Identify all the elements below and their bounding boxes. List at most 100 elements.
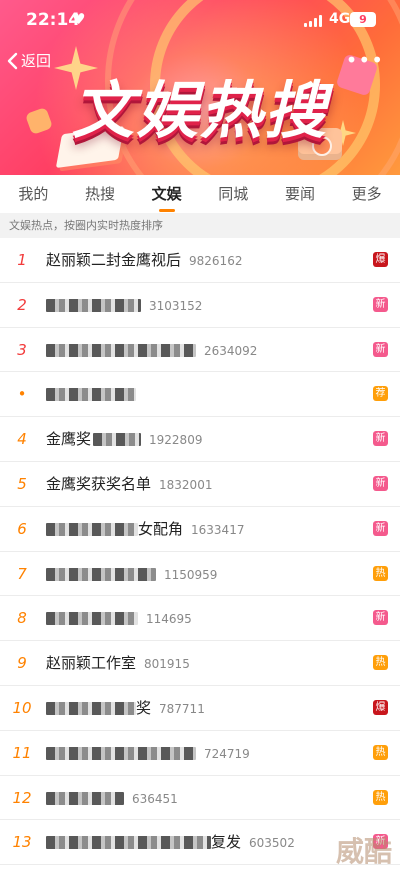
list-item-title: 724719 (46, 731, 250, 775)
heat-count: 801915 (144, 657, 190, 672)
list-item[interactable]: 8 114695 新 (0, 596, 400, 642)
list-item[interactable]: • 荐 (0, 372, 400, 418)
list-item-title: 金鹰奖获奖名单 1832001 (46, 462, 212, 506)
status-badge: 新 (373, 431, 388, 447)
redacted-text (46, 701, 136, 715)
list-item[interactable]: 3 2634092 新 (0, 328, 400, 373)
tab-4[interactable]: 要闻 (279, 175, 321, 213)
status-badge: 新 (373, 341, 388, 357)
redacted-text (46, 612, 138, 626)
rank-number: 2 (17, 295, 27, 314)
list-item-title: 636451 (46, 776, 178, 820)
status-badge: 热 (373, 744, 388, 760)
status-badge: 热 (373, 565, 388, 581)
title-text: 金鹰奖 (46, 430, 92, 449)
rank-number: 10 (12, 698, 32, 717)
heat-count: 1150959 (164, 567, 218, 582)
tab-0[interactable]: 我的 (12, 175, 54, 213)
back-label: 返回 (21, 52, 52, 70)
watermark: 威酷 (335, 835, 392, 868)
title-text: 金鹰奖获奖名单 (46, 474, 152, 493)
list-item-title: 赵丽颖工作室 801915 (46, 641, 190, 685)
rank-number: 7 (17, 564, 27, 583)
heat-count: 114695 (146, 612, 192, 627)
heat-count: 787711 (159, 701, 205, 716)
status-badge: 新 (373, 475, 388, 491)
list-item-title: 金鹰奖 1922809 (46, 417, 202, 461)
network-type: 4G (329, 11, 351, 27)
status-badge: 新 (373, 610, 388, 626)
tab-2[interactable]: 文娱 (146, 175, 188, 213)
rank-number: 5 (17, 474, 27, 493)
list-item-title: 奖 787711 (46, 686, 205, 730)
hero-title: 文娱热搜 (71, 74, 328, 147)
tab-5[interactable]: 更多 (346, 175, 388, 213)
list-item-title: 2634092 (46, 328, 257, 372)
heat-count: 724719 (204, 746, 250, 761)
status-badge: 热 (373, 655, 388, 671)
rank-number: 13 (12, 833, 32, 852)
chevron-left-icon (7, 52, 18, 69)
rank-number: 3 (17, 340, 27, 359)
redacted-text (46, 522, 138, 536)
status-badge: 爆 (373, 252, 388, 267)
redacted-text (46, 298, 141, 312)
title-text: 女配角 (138, 519, 184, 538)
status-badge: 荐 (373, 386, 388, 402)
tab-1[interactable]: 热搜 (79, 175, 121, 213)
redacted-text (46, 746, 196, 760)
title-text: 复发 (211, 833, 242, 852)
list-item[interactable]: 10 奖 787711 爆 (0, 686, 400, 731)
status-badge: 新 (373, 296, 388, 312)
redacted-text (46, 836, 211, 850)
heat-count: 2634092 (204, 343, 258, 358)
heat-count: 603502 (249, 836, 295, 851)
redacted-text (46, 567, 156, 581)
title-text: 赵丽颖工作室 (46, 654, 137, 673)
list-item[interactable]: 5 金鹰奖获奖名单 1832001 新 (0, 462, 400, 507)
redacted-text (46, 388, 136, 402)
status-badge: 爆 (373, 699, 388, 715)
rank-number: 11 (12, 743, 32, 762)
heat-count: 1633417 (191, 522, 245, 537)
redacted-text (93, 433, 142, 447)
status-bar: 22:14 ♥ 4G 9 (0, 0, 400, 40)
redacted-text (46, 343, 196, 357)
list-item[interactable]: 4 金鹰奖 1922809 新 (0, 417, 400, 462)
list-item[interactable]: 1 赵丽颖二封金鹰视后 9826162 爆 (0, 238, 400, 283)
battery-icon: 9 (350, 12, 376, 27)
list-item[interactable]: 6 女配角 1633417 新 (0, 507, 400, 552)
heat-count: 3103152 (149, 298, 203, 313)
list-subheader: 文娱热点，按圈内实时热度排序 (0, 213, 400, 238)
list-item[interactable]: 9 赵丽颖工作室 801915 热 (0, 641, 400, 686)
list-item[interactable]: 2 3103152 新 (0, 283, 400, 328)
tab-3[interactable]: 同城 (212, 175, 254, 213)
list-item-title: 女配角 1633417 (46, 507, 244, 551)
more-options-icon[interactable]: ••• (346, 50, 384, 70)
hot-search-list: 1 赵丽颖二封金鹰视后 9826162 爆 2 3103152 新 3 2634092 新 • 荐 4 金… (0, 238, 400, 866)
title-text: 奖 (136, 698, 152, 717)
list-item[interactable]: 12 636451 热 (0, 776, 400, 821)
rank-number: 8 (17, 609, 27, 628)
list-item-title (46, 372, 144, 416)
list-item[interactable]: 7 1150959 热 (0, 552, 400, 597)
rank-number: 1 (17, 251, 27, 269)
rank-number: 9 (17, 654, 27, 673)
list-item-title: 1150959 (46, 552, 217, 596)
heat-count: 1922809 (149, 433, 203, 448)
title-text: 赵丽颖二封金鹰视后 (46, 251, 182, 269)
signal-icon (304, 15, 324, 27)
status-badge: 热 (373, 789, 388, 805)
list-item-title: 复发 603502 (46, 820, 295, 864)
list-item[interactable]: 11 724719 热 (0, 731, 400, 776)
list-item-title: 3103152 (46, 283, 202, 327)
heart-icon: ♥ (72, 10, 86, 28)
back-button[interactable]: 返回 (6, 50, 51, 71)
rank-number: 6 (17, 519, 27, 538)
rank-number: 12 (12, 788, 32, 807)
list-item-title: 114695 (46, 596, 192, 640)
category-tabs: 我的 热搜 文娱 同城 要闻 更多 (0, 175, 400, 213)
rank-number: • (17, 385, 27, 404)
heat-count: 1832001 (159, 477, 213, 492)
heat-count: 636451 (132, 791, 178, 806)
